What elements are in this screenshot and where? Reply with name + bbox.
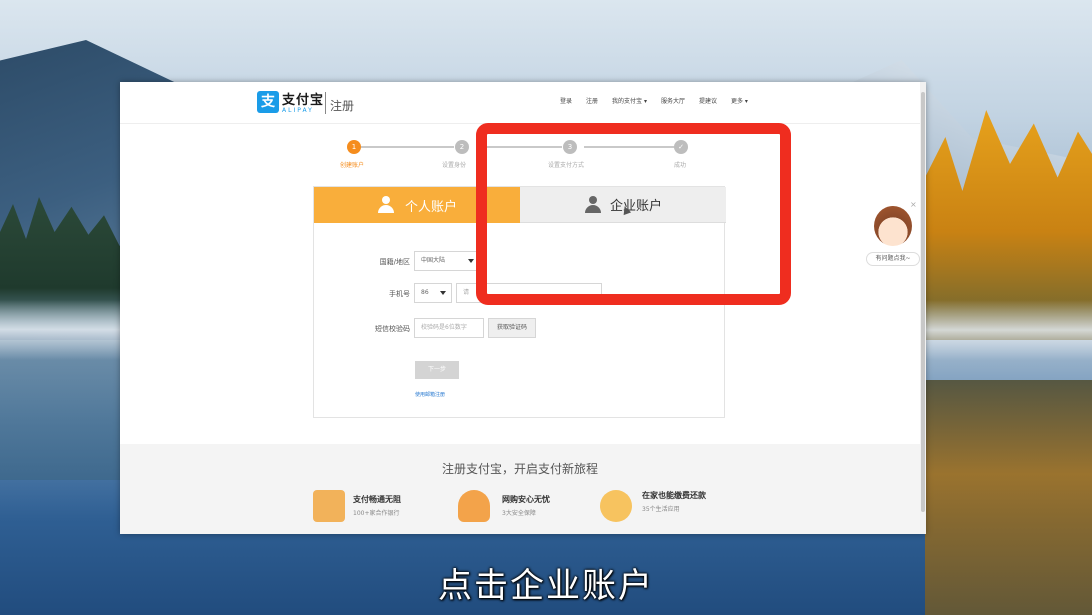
red-highlight-box (476, 123, 791, 305)
coffee-cup-icon (600, 490, 632, 522)
vertical-scrollbar[interactable] (920, 82, 926, 534)
nav-login[interactable]: 登录 (560, 96, 572, 105)
promo-title: 注册支付宝，开启支付新旅程 (441, 462, 598, 476)
nav-more[interactable]: 更多 ▾ (731, 96, 748, 105)
top-nav: 登录 注册 我的支付宝 ▾ 服务大厅 提建议 更多 ▾ (560, 96, 748, 105)
next-step-button[interactable]: 下一步 (415, 361, 459, 379)
step-1-dot: 1 (347, 140, 361, 154)
hand-icon (458, 490, 490, 522)
tab-personal-label: 个人账户 (404, 199, 457, 215)
video-caption: 点击企业账户 (438, 566, 654, 606)
promo-item-subtitle: 35个生活应用 (642, 506, 680, 513)
promo-section: 注册支付宝，开启支付新旅程 支付畅通无阻 100+家合作银行 网购安心无忧 3大… (120, 444, 920, 534)
nav-suggestion[interactable]: 提建议 (699, 96, 717, 105)
alipay-logo-icon[interactable]: 支 (257, 91, 279, 113)
person-icon (377, 196, 395, 214)
nav-my-alipay[interactable]: 我的支付宝 ▾ (612, 96, 647, 105)
alipay-logo-text: 支付宝 (282, 93, 325, 108)
phone-code-value: 86 (421, 289, 429, 296)
page-tag: 注册 (330, 99, 355, 113)
get-code-button[interactable]: 获取验证码 (488, 318, 536, 338)
nav-register[interactable]: 注册 (586, 96, 598, 105)
step-2-label: 设置身份 (442, 162, 467, 169)
help-assistant[interactable]: × 有问题点我~ (866, 198, 920, 270)
sms-code-label: 短信校验码 (375, 325, 410, 333)
logo-divider (325, 92, 326, 114)
email-register-link[interactable]: 使用邮箱注册 (415, 391, 445, 398)
alipay-logo-subtext: ALIPAY (282, 107, 314, 114)
site-header: 支 支付宝 ALIPAY 注册 登录 注册 我的支付宝 ▾ 服务大厅 提建议 更… (120, 82, 920, 124)
chevron-down-icon (440, 291, 446, 295)
close-icon[interactable]: × (910, 200, 917, 209)
lake-reflection-left (0, 340, 120, 480)
step-1-label: 创建账户 (340, 162, 365, 169)
nav-service-hall[interactable]: 服务大厅 (661, 96, 685, 105)
step-2-dot: 2 (455, 140, 469, 154)
phone-code-select[interactable]: 86 (414, 283, 452, 303)
promo-item-title: 网购安心无忧 (502, 495, 550, 504)
promo-item-title: 支付畅通无阻 (353, 495, 401, 504)
phone-label: 手机号 (389, 290, 410, 298)
sms-code-input[interactable]: 校验码是6位数字 (414, 318, 484, 338)
chevron-down-icon (468, 259, 474, 263)
promo-item-title: 在家也能缴费还款 (642, 491, 706, 500)
promo-item-subtitle: 3大安全保障 (502, 510, 536, 517)
wallet-icon (313, 490, 345, 522)
step-connector (354, 146, 454, 148)
region-label: 国籍/地区 (379, 258, 410, 266)
assistant-label: 有问题点我~ (866, 252, 920, 266)
scrollbar-thumb[interactable] (921, 92, 925, 512)
region-value: 中国大陆 (421, 257, 446, 264)
assistant-avatar-icon (874, 206, 912, 246)
promo-item-subtitle: 100+家合作银行 (353, 510, 400, 517)
region-select[interactable]: 中国大陆 (414, 251, 480, 271)
